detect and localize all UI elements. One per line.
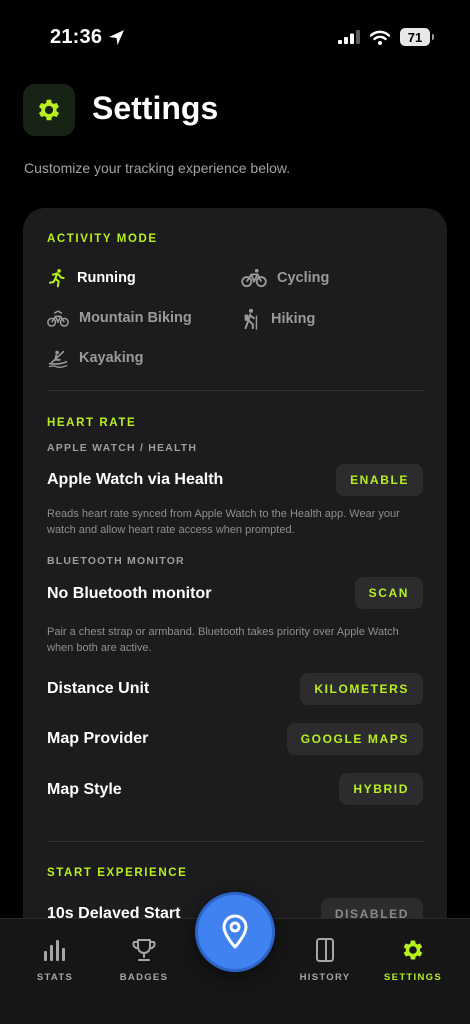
activity-label-cycling: Cycling: [277, 270, 330, 286]
gear-icon: [403, 940, 423, 960]
start-tracking-button[interactable]: [195, 892, 275, 972]
tab-badges[interactable]: BADGES: [104, 937, 184, 983]
tab-label-history: HISTORY: [299, 972, 351, 983]
apple-watch-title: Apple Watch via Health: [47, 471, 224, 488]
bluetooth-description: Pair a chest strap or armband. Bluetooth…: [47, 626, 399, 654]
bar-chart-icon: [44, 940, 65, 961]
location-pin-icon: [222, 914, 248, 949]
battery-level: 71: [407, 29, 423, 45]
map-provider-button[interactable]: GOOGLE MAPS: [286, 723, 423, 755]
bluetooth-title: No Bluetooth monitor: [47, 585, 212, 602]
activity-option-hiking[interactable]: Hiking: [241, 308, 315, 330]
start-experience-label: START EXPERIENCE: [47, 867, 188, 879]
status-time: 21:36: [50, 26, 103, 48]
settings-card: ACTIVITY MODE Running Cycling Mountain B…: [23, 208, 447, 968]
status-bar: 21:36 71: [0, 0, 470, 72]
activity-label-running: Running: [77, 270, 136, 286]
map-provider-label: Map Provider: [47, 730, 149, 747]
hiking-icon: [244, 308, 258, 330]
activity-label-mountain-biking: Mountain Biking: [79, 310, 192, 326]
map-style-button[interactable]: HYBRID: [339, 773, 423, 805]
distance-unit-button[interactable]: KILOMETERS: [300, 673, 423, 705]
gear-icon: [38, 99, 60, 121]
trophy-icon: [132, 939, 156, 961]
enable-button[interactable]: ENABLE: [336, 464, 423, 496]
page-title: Settings: [92, 90, 219, 126]
tab-settings[interactable]: SETTINGS: [373, 937, 453, 983]
cellular-signal-icon: [338, 30, 360, 44]
cycling-icon: [241, 268, 267, 288]
bluetooth-sub-label: BLUETOOTH MONITOR: [47, 555, 185, 567]
heart-rate-label: HEART RATE: [47, 417, 137, 429]
status-indicators: 71: [338, 28, 434, 46]
activity-option-kayaking[interactable]: Kayaking: [47, 348, 143, 368]
activity-label-hiking: Hiking: [271, 311, 316, 327]
tab-label-settings: SETTINGS: [384, 972, 442, 983]
kayaking-icon: [48, 350, 68, 368]
scan-button[interactable]: SCAN: [354, 577, 423, 609]
activity-option-mountain-biking[interactable]: Mountain Biking: [47, 308, 192, 328]
map-style-label: Map Style: [47, 781, 122, 798]
activity-mode-label: ACTIVITY MODE: [47, 233, 158, 245]
status-time-group: 21:36: [50, 26, 125, 49]
running-icon: [48, 269, 65, 288]
apple-watch-description: Reads heart rate synced from Apple Watch…: [47, 508, 400, 536]
apple-watch-sub-label: APPLE WATCH / HEALTH: [47, 442, 198, 454]
section-divider: [47, 390, 423, 391]
tab-history[interactable]: HISTORY: [285, 937, 365, 983]
tab-stats[interactable]: STATS: [15, 937, 95, 983]
app-logo: [23, 84, 75, 136]
tab-label-stats: STATS: [36, 972, 74, 983]
section-divider: [47, 841, 423, 842]
history-icon: [316, 938, 334, 962]
activity-option-cycling[interactable]: Cycling: [241, 268, 329, 288]
page-subtitle: Customize your tracking experience below…: [24, 160, 291, 176]
wifi-icon: [370, 30, 390, 45]
mountain-biking-icon: [47, 310, 69, 327]
activity-option-running[interactable]: Running: [47, 268, 136, 288]
location-arrow-icon: [109, 30, 125, 45]
battery-indicator: 71: [400, 28, 434, 46]
activity-label-kayaking: Kayaking: [79, 350, 144, 366]
distance-unit-label: Distance Unit: [47, 680, 150, 697]
tab-label-badges: BADGES: [119, 972, 169, 983]
